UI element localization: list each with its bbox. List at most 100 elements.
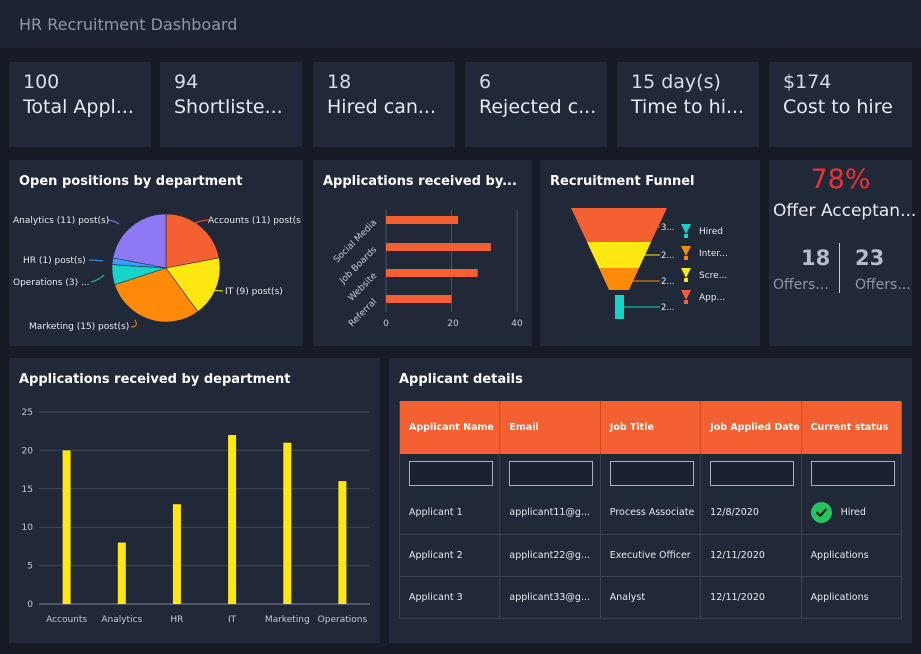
applicant-details-card: Applicant details Applicant Name Email J… [389, 358, 912, 643]
cell-job-applied-date: 12/11/2020 [700, 533, 802, 576]
filter-input-job-title[interactable] [609, 460, 694, 486]
pie-label-analytics: Analytics (11) post(s) [13, 216, 109, 226]
offer-acceptance-card: 78% Offer Acceptan... 18 Offers... 23 Of… [769, 160, 916, 346]
x-tick-label: Operations [318, 615, 368, 625]
kpi-label: Time to hi... [631, 96, 745, 118]
bar-marketing[interactable] [283, 442, 292, 604]
kpi-card-cost-to-hire: $174 Cost to hire [769, 62, 912, 147]
table-row[interactable]: Applicant 3 applicant33@g... Analyst 12/… [398, 575, 903, 619]
cell-email: applicant33@g... [499, 575, 601, 619]
offers-divider [839, 243, 840, 293]
kpi-label: Shortliste... [174, 96, 283, 118]
bar-referral[interactable] [386, 295, 452, 303]
funnel-value-4: 2... [661, 303, 675, 313]
filter-input-email[interactable] [509, 460, 594, 486]
kpi-card-rejected: 6 Rejected c... [465, 62, 607, 147]
funnel-legend-hired: Hired [699, 227, 723, 237]
pie-label-accounts: Accounts (11) post(s [208, 216, 301, 226]
cell-job-title: Process Associate [600, 492, 702, 534]
bar-hr[interactable] [172, 504, 181, 604]
y-tick-label: 10 [22, 523, 34, 533]
cell-applicant-name: Applicant 2 [398, 533, 501, 576]
funnel-legend-marker-applied-stem [684, 300, 688, 304]
filter-cell [600, 454, 702, 492]
bar-job-boards[interactable] [386, 243, 491, 251]
pie-label-marketing: Marketing (15) post(s) [29, 322, 129, 332]
filter-input-current-status[interactable] [810, 460, 895, 486]
bar-operations[interactable] [338, 481, 347, 604]
pie-leader-hr [88, 259, 104, 262]
offer-acceptance-label: Offer Acceptan... [773, 201, 917, 221]
column-header-email[interactable]: Email [499, 401, 601, 454]
bar-website[interactable] [386, 269, 478, 277]
kpi-card-total-applications: 100 Total Appl... [9, 62, 151, 147]
y-tick-label: 5 [27, 562, 33, 572]
kpi-value: 18 [327, 71, 352, 93]
funnel-legend-marker-interview [681, 246, 691, 256]
applicant-details-title: Applicant details [399, 372, 523, 387]
kpi-card-shortlisted: 94 Shortliste... [160, 62, 302, 147]
cell-job-title: Analyst [600, 575, 702, 619]
table-row[interactable]: Applicant 1 applicant11@g... Process Ass… [398, 492, 903, 534]
funnel-legend-marker-hired [681, 224, 691, 234]
filter-input-job-applied-date[interactable] [710, 460, 795, 486]
pie-label-it: IT (9) post(s) [225, 287, 283, 297]
filter-cell [700, 454, 802, 492]
x-tick-40: 40 [511, 319, 523, 329]
status-hired: Hired [810, 502, 901, 524]
offer-acceptance-percent: 78% [810, 164, 871, 195]
kpi-label: Rejected c... [479, 96, 597, 118]
kpi-label: Total Appl... [23, 96, 134, 118]
cell-job-title: Executive Officer [600, 533, 702, 576]
bar-accounts[interactable] [62, 450, 71, 604]
table-row[interactable]: Applicant 2 applicant22@g... Executive O… [398, 533, 903, 576]
x-tick-20: 20 [447, 319, 459, 329]
cell-email: applicant22@g... [499, 533, 601, 576]
cell-job-applied-date: 12/11/2020 [700, 575, 802, 619]
pie-leader-accounts [192, 219, 210, 225]
funnel-legend-marker-hired-stem [684, 234, 688, 238]
y-tick-label: 0 [27, 600, 33, 610]
funnel-value-2: 2... [661, 251, 675, 261]
kpi-card-time-to-hire: 15 day(s) Time to hi... [617, 62, 759, 147]
cell-current-status: Applications [801, 533, 903, 576]
funnel-legend-interview: Inter... [699, 249, 728, 259]
y-tick-label: 15 [22, 485, 33, 495]
kpi-value: 15 day(s) [631, 71, 721, 93]
kpi-label: Cost to hire [783, 96, 893, 118]
kpi-value: 100 [23, 71, 60, 93]
funnel-stage-3 [599, 268, 639, 290]
column-header-applicant-name[interactable]: Applicant Name [398, 401, 501, 454]
check-circle-icon [810, 502, 832, 524]
column-header-job-title[interactable]: Job Title [600, 401, 702, 454]
cell-email: applicant11@g... [499, 492, 601, 534]
funnel-legend-marker-applied [681, 290, 691, 300]
title-bar: HR Recruitment Dashboard [0, 0, 921, 48]
x-tick-label: IT [228, 615, 237, 625]
funnel-legend-marker-interview-stem [684, 256, 688, 260]
x-tick-label: Analytics [101, 615, 142, 625]
filter-cell [499, 454, 601, 492]
pie-label-operations: Operations (3) ... [13, 278, 90, 288]
column-header-job-applied-date[interactable]: Job Applied Date [700, 401, 802, 454]
filter-input-applicant-name[interactable] [409, 460, 493, 486]
applicant-details-table: Applicant Name Email Job Title Job Appli… [398, 401, 903, 619]
recruitment-funnel-card: Recruitment Funnel 3... 2... 2... 2... H… [540, 160, 760, 346]
column-header-current-status[interactable]: Current status [801, 401, 903, 454]
offers-stat-label-2: Offers... [855, 277, 911, 293]
y-tick-label: 25 [22, 408, 33, 418]
bar-social-media[interactable] [386, 216, 459, 224]
bar-it[interactable] [228, 435, 237, 604]
funnel-legend-marker-screening [681, 268, 691, 278]
y-tick-label: 20 [22, 446, 34, 456]
pie-label-hr: HR (1) post(s) [23, 256, 86, 266]
funnel-value-1: 3... [661, 223, 675, 233]
bar-analytics[interactable] [117, 542, 126, 604]
kpi-value: 94 [174, 71, 199, 93]
x-tick-label: Marketing [265, 615, 310, 625]
offers-stat-value-2: 23 [855, 246, 885, 270]
filter-cell [801, 454, 903, 492]
applications-by-source-card: Applications received by... Social Media… [313, 160, 532, 346]
kpi-card-hired: 18 Hired can... [313, 62, 455, 147]
applications-by-department-card: Applications received by department 0 5 10… [9, 358, 380, 643]
